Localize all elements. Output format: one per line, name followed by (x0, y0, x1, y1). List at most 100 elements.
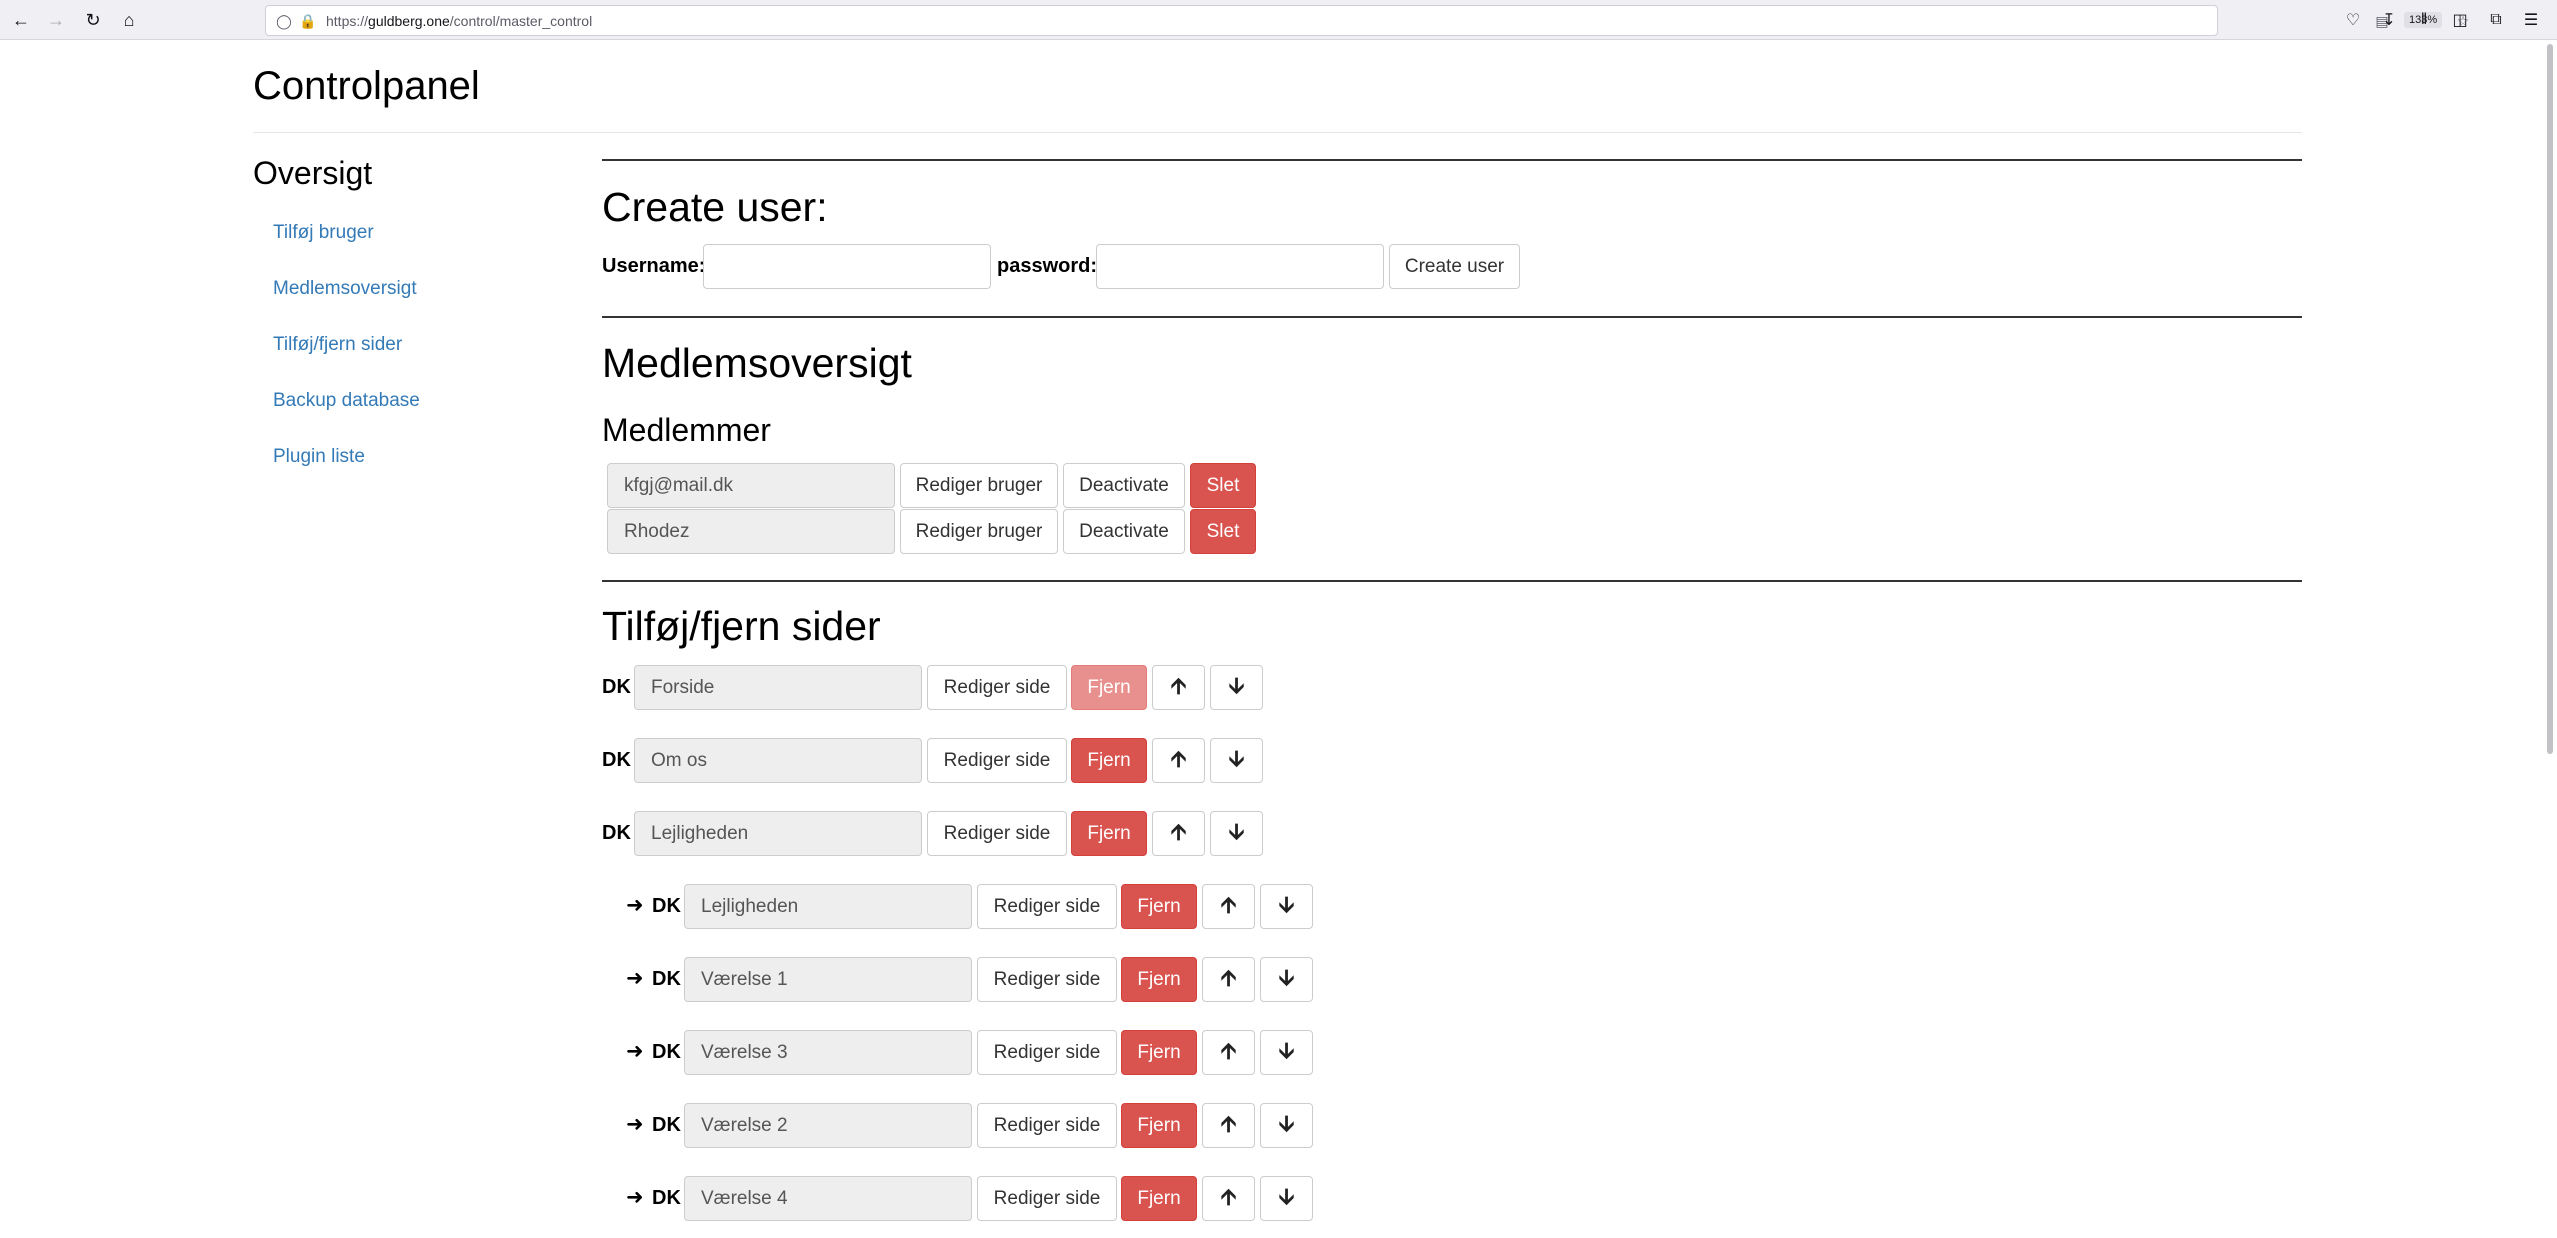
remove-page-button[interactable]: Fjern (1071, 738, 1147, 783)
sidebar-icon[interactable]: ◫ (2448, 8, 2472, 32)
username-label: Username: (602, 255, 706, 277)
sidebar-item-tilfoej-fjern-sider[interactable]: Tilføj/fjern sider (273, 334, 402, 356)
forward-icon[interactable]: → (44, 8, 68, 32)
deactivate-button[interactable]: Deactivate (1063, 463, 1185, 508)
page-title: Controlpanel (253, 64, 480, 108)
edit-page-button[interactable]: Rediger side (927, 665, 1067, 710)
page-name-field[interactable]: Værelse 3 (684, 1030, 972, 1075)
remove-page-button[interactable]: Fjern (1121, 1103, 1197, 1148)
url-text[interactable]: https://guldberg.one/control/master_cont… (326, 13, 592, 29)
edit-page-button[interactable]: Rediger side (977, 884, 1117, 929)
edit-page-button[interactable]: Rediger side (977, 957, 1117, 1002)
shield-icon[interactable]: ◯ (274, 11, 294, 31)
arrow-up-icon[interactable]: 🡩 (1202, 957, 1255, 1002)
arrow-right-icon: ➜ (626, 894, 644, 917)
page-name-field[interactable]: Forside (634, 665, 922, 710)
password-label: password: (997, 255, 1098, 277)
password-input[interactable] (1096, 244, 1384, 289)
arrow-down-icon[interactable]: 🡫 (1210, 665, 1263, 710)
sidebar-item-backup-database[interactable]: Backup database (273, 390, 420, 412)
arrow-down-icon[interactable]: 🡫 (1260, 1103, 1313, 1148)
home-icon[interactable]: ⌂ (117, 8, 141, 32)
member-name-field[interactable]: Rhodez (607, 509, 895, 554)
edit-page-button[interactable]: Rediger side (977, 1176, 1117, 1221)
sidebar-item-tilfoej-bruger[interactable]: Tilføj bruger (273, 222, 374, 244)
extensions-icon[interactable]: ⧉ (2484, 8, 2508, 32)
arrow-up-icon[interactable]: 🡩 (1202, 884, 1255, 929)
create-user-heading: Create user: (602, 184, 828, 230)
library-icon[interactable]: ‖ (2412, 8, 2436, 32)
arrow-up-icon[interactable]: 🡩 (1202, 1030, 1255, 1075)
members-subheading: Medlemmer (602, 412, 771, 448)
page-name-field[interactable]: Lejligheden (634, 811, 922, 856)
edit-page-button[interactable]: Rediger side (977, 1103, 1117, 1148)
sidebar-item-medlemsoversigt[interactable]: Medlemsoversigt (273, 278, 417, 300)
edit-user-button[interactable]: Rediger bruger (900, 463, 1058, 508)
page-name-field[interactable]: Lejligheden (684, 884, 972, 929)
language-label: DK (602, 749, 631, 771)
language-label: DK (652, 1187, 681, 1209)
arrow-up-icon[interactable]: 🡩 (1152, 738, 1205, 783)
url-path: /control/master_control (449, 13, 593, 29)
edit-user-button[interactable]: Rediger bruger (900, 509, 1058, 554)
arrow-down-icon[interactable]: 🡫 (1210, 811, 1263, 856)
arrow-right-icon: ➜ (626, 967, 644, 990)
remove-page-button[interactable]: Fjern (1121, 1176, 1197, 1221)
page-name-field[interactable]: Om os (634, 738, 922, 783)
create-user-button[interactable]: Create user (1389, 244, 1520, 289)
username-input[interactable] (703, 244, 991, 289)
back-icon[interactable]: ← (9, 8, 33, 32)
arrow-down-icon[interactable]: 🡫 (1210, 738, 1263, 783)
edit-page-button[interactable]: Rediger side (977, 1030, 1117, 1075)
lock-icon[interactable]: 🔒 (298, 11, 318, 31)
page-name-field[interactable]: Værelse 1 (684, 957, 972, 1002)
page-scrollbar[interactable] (2547, 44, 2553, 754)
sidebar-title: Oversigt (253, 155, 373, 191)
remove-page-button: Fjern (1071, 665, 1147, 710)
title-divider (253, 132, 2302, 133)
section-divider (602, 316, 2302, 318)
downloads-icon[interactable]: ↧ (2377, 8, 2401, 32)
arrow-up-icon[interactable]: 🡩 (1152, 811, 1205, 856)
remove-page-button[interactable]: Fjern (1071, 811, 1147, 856)
sidebar-item-plugin-liste[interactable]: Plugin liste (273, 446, 365, 468)
reload-icon[interactable]: ↻ (81, 8, 105, 32)
arrow-right-icon: ➜ (626, 1186, 644, 1209)
address-bar[interactable]: ◯ 🔒 https://guldberg.one/control/master_… (265, 5, 2469, 36)
arrow-down-icon[interactable]: 🡫 (1260, 884, 1313, 929)
edit-page-button[interactable]: Rediger side (927, 811, 1067, 856)
arrow-right-icon: ➜ (626, 1113, 644, 1136)
arrow-up-icon[interactable]: 🡩 (1202, 1103, 1255, 1148)
arrow-down-icon[interactable]: 🡫 (1260, 957, 1313, 1002)
page-name-field[interactable]: Værelse 4 (684, 1176, 972, 1221)
section-divider (602, 159, 2302, 161)
delete-user-button[interactable]: Slet (1190, 509, 1256, 554)
arrow-down-icon[interactable]: 🡫 (1260, 1176, 1313, 1221)
delete-user-button[interactable]: Slet (1190, 463, 1256, 508)
members-heading: Medlemsoversigt (602, 340, 912, 386)
url-prefix: https:// (326, 13, 369, 29)
arrow-right-icon: ➜ (626, 1040, 644, 1063)
menu-icon[interactable]: ☰ (2519, 8, 2543, 32)
url-host: guldberg.one (368, 13, 450, 29)
remove-page-button[interactable]: Fjern (1121, 884, 1197, 929)
language-label: DK (652, 895, 681, 917)
deactivate-button[interactable]: Deactivate (1063, 509, 1185, 554)
remove-page-button[interactable]: Fjern (1121, 1030, 1197, 1075)
arrow-down-icon[interactable]: 🡫 (1260, 1030, 1313, 1075)
edit-page-button[interactable]: Rediger side (927, 738, 1067, 783)
remove-page-button[interactable]: Fjern (1121, 957, 1197, 1002)
section-divider (602, 580, 2302, 582)
pocket-icon[interactable]: ♡ (2341, 8, 2365, 32)
browser-toolbar: ← → ↻ ⌂ ◯ 🔒 https://guldberg.one/control… (0, 0, 2557, 40)
pages-heading: Tilføj/fjern sider (602, 603, 881, 649)
language-label: DK (602, 822, 631, 844)
arrow-up-icon[interactable]: 🡩 (1202, 1176, 1255, 1221)
arrow-up-icon[interactable]: 🡩 (1152, 665, 1205, 710)
page-name-field[interactable]: Værelse 2 (684, 1103, 972, 1148)
member-name-field[interactable]: kfgj@mail.dk (607, 463, 895, 508)
language-label: DK (652, 1114, 681, 1136)
language-label: DK (652, 968, 681, 990)
language-label: DK (602, 676, 631, 698)
language-label: DK (652, 1041, 681, 1063)
